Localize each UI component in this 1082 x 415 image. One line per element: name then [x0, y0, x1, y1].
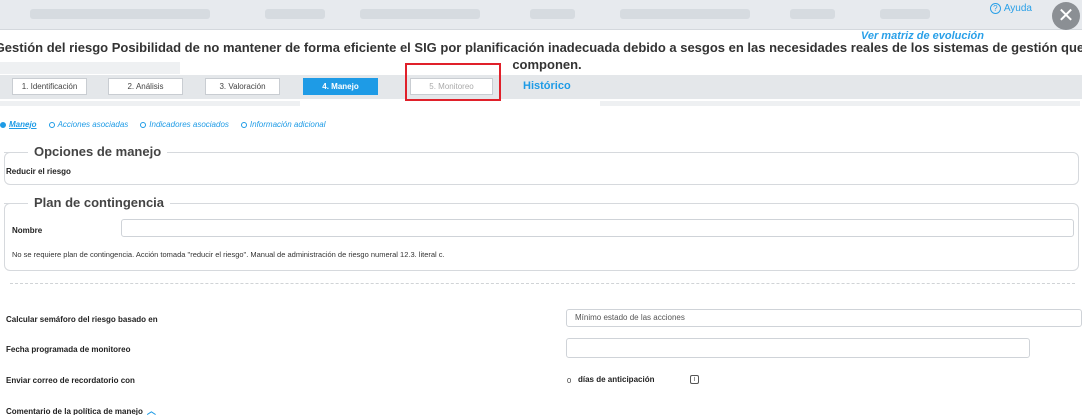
top-bar-placeholder [620, 9, 750, 19]
step-analisis[interactable]: 2. Análisis [108, 78, 183, 95]
monitor-date-input[interactable] [566, 338, 1030, 358]
monitor-date-label: Fecha programada de monitoreo [6, 345, 131, 354]
page-title: Gestión del riesgo Posibilidad de no man… [0, 40, 1082, 72]
chevron-up-icon: ︿ [146, 406, 156, 415]
close-button[interactable]: ✕ [1052, 2, 1080, 30]
subtab-label: Manejo [9, 120, 37, 129]
subtab-label: Información adicional [249, 120, 326, 129]
contingency-note: No se requiere plan de contingencia. Acc… [12, 250, 445, 259]
radio-icon [48, 121, 55, 128]
subtab-label: Indicadores asociados [149, 120, 229, 129]
semaphore-select[interactable]: Mínimo estado de las acciones [566, 309, 1082, 327]
wizard-shadow [600, 101, 1080, 106]
comment-toggle[interactable]: Comentario de la política de manejo ︿ [6, 404, 156, 415]
semaphore-label: Calcular semáforo del riesgo basado en [6, 315, 158, 324]
question-circle-icon: ? [989, 3, 1001, 14]
options-value: Reducir el riesgo [6, 167, 71, 176]
contingency-legend-line [4, 203, 24, 204]
reminder-days-label: días de anticipación [578, 375, 655, 384]
top-bar-placeholder [880, 9, 930, 19]
options-legend: Opciones de manejo [28, 144, 168, 159]
info-icon[interactable]: i [690, 375, 699, 384]
top-bar-placeholder [790, 9, 835, 19]
contingency-panel [4, 203, 1079, 271]
step-valoracion[interactable]: 3. Valoración [205, 78, 280, 95]
contingency-name-input[interactable] [121, 219, 1074, 237]
help-link[interactable]: ? Ayuda [989, 3, 1032, 14]
subtab-indicadores[interactable]: Indicadores asociados [140, 120, 229, 129]
subtab-acciones[interactable]: Acciones asociadas [48, 120, 129, 129]
radio-icon [140, 121, 147, 128]
help-label: Ayuda [1003, 3, 1032, 14]
contingency-legend: Plan de contingencia [28, 195, 171, 210]
subtab-label: Acciones asociadas [57, 120, 129, 129]
options-legend-line [4, 152, 24, 153]
radio-icon [240, 121, 247, 128]
radio-selected-icon [0, 121, 6, 128]
sub-tabs: Manejo Acciones asociadas Indicadores as… [0, 120, 326, 129]
reminder-days-value[interactable]: 0 [567, 376, 571, 385]
step-manejo[interactable]: 4. Manejo [303, 78, 378, 95]
top-bar-placeholder [530, 9, 575, 19]
highlight-box [405, 63, 501, 101]
top-bar [0, 0, 1082, 30]
contingency-name-label: Nombre [12, 226, 43, 235]
comment-label: Comentario de la política de manejo [6, 407, 143, 415]
wizard-shadow [0, 101, 300, 106]
top-bar-placeholder [30, 9, 210, 19]
divider [10, 283, 1075, 284]
subtab-informacion[interactable]: Información adicional [240, 120, 326, 129]
close-icon: ✕ [1057, 5, 1075, 27]
top-bar-placeholder [360, 9, 480, 19]
step-identificacion[interactable]: 1. Identificación [12, 78, 87, 95]
subtab-manejo[interactable]: Manejo [0, 120, 37, 129]
reminder-label: Enviar correo de recordatorio con [6, 376, 135, 385]
top-bar-placeholder [265, 9, 325, 19]
history-link[interactable]: Histórico [523, 80, 571, 92]
